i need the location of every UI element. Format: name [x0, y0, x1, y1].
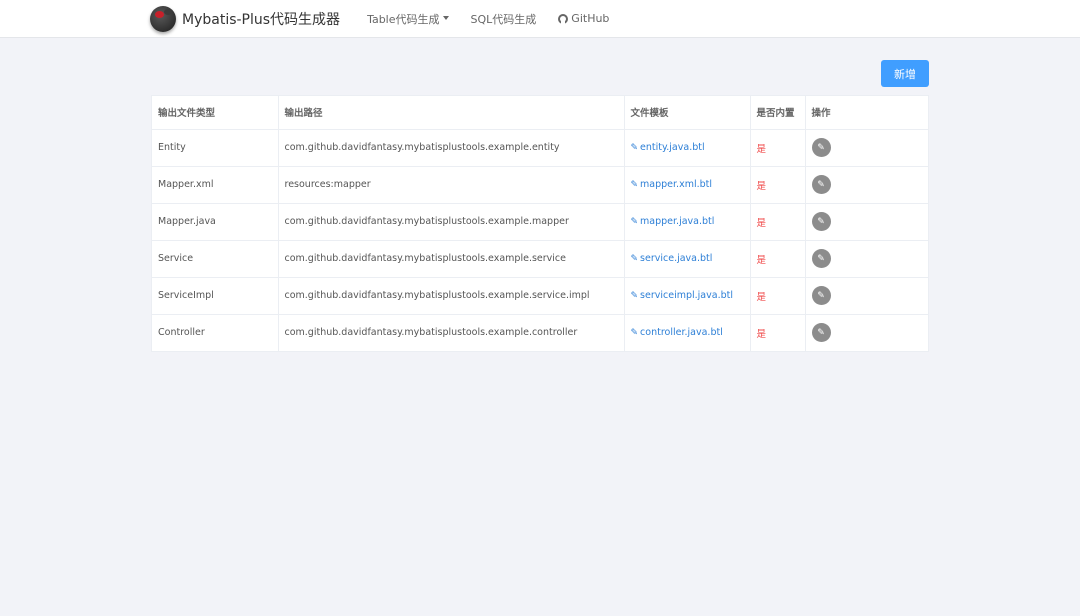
template-name: serviceimpl.java.btl	[640, 290, 733, 301]
cell-output-path: com.github.davidfantasy.mybatisplustools…	[278, 129, 625, 167]
template-name: entity.java.btl	[640, 142, 705, 153]
table-row: Mapper.java com.github.davidfantasy.myba…	[152, 203, 928, 241]
template-link[interactable]: ✎ controller.java.btl	[631, 327, 723, 338]
nav-table-codegen-label: Table代码生成	[367, 12, 440, 26]
table-row: Mapper.xml resources:mapper ✎ mapper.xml.…	[152, 166, 928, 204]
builtin-flag: 是	[756, 180, 767, 192]
table-row: ServiceImpl com.github.davidfantasy.myba…	[152, 277, 928, 315]
cell-template: ✎ mapper.xml.btl	[624, 166, 751, 204]
builtin-flag: 是	[756, 254, 767, 266]
nav-sql-codegen-label: SQL代码生成	[470, 12, 537, 26]
cell-output-type: Mapper.xml	[152, 166, 279, 204]
table-row: Controller com.github.davidfantasy.mybat…	[152, 314, 928, 351]
cell-builtin: 是	[750, 166, 806, 204]
template-link[interactable]: ✎ entity.java.btl	[631, 142, 705, 153]
pencil-icon: ✎	[817, 142, 825, 153]
cell-actions: ✎	[805, 129, 928, 167]
cell-output-path: com.github.davidfantasy.mybatisplustools…	[278, 203, 625, 241]
cell-builtin: 是	[750, 203, 806, 241]
paperclip-icon: ✎	[630, 291, 639, 301]
nav-sql-codegen[interactable]: SQL代码生成	[471, 11, 537, 27]
cell-output-path: com.github.davidfantasy.mybatisplustools…	[278, 314, 625, 351]
cell-builtin: 是	[750, 277, 806, 315]
table-row: Entity com.github.davidfantasy.mybatispl…	[152, 129, 928, 167]
navbar-content: Mybatis-Plus代码生成器 Table代码生成 SQL代码生成 GitH…	[150, 0, 620, 37]
pencil-icon: ✎	[817, 253, 825, 264]
table-row: Service com.github.davidfantasy.mybatisp…	[152, 240, 928, 278]
paperclip-icon: ✎	[630, 180, 639, 190]
builtin-flag: 是	[756, 328, 767, 340]
nav-github-link[interactable]: GitHub	[558, 12, 609, 25]
template-name: mapper.java.btl	[640, 216, 715, 227]
cell-actions: ✎	[805, 166, 928, 204]
add-button[interactable]: 新增	[881, 60, 929, 87]
cell-output-path: com.github.davidfantasy.mybatisplustools…	[278, 277, 625, 315]
paperclip-icon: ✎	[630, 143, 639, 153]
cell-builtin: 是	[750, 314, 806, 351]
cell-actions: ✎	[805, 240, 928, 278]
header-output-type: 输出文件类型	[152, 96, 279, 130]
top-navbar: Mybatis-Plus代码生成器 Table代码生成 SQL代码生成 GitH…	[0, 0, 1080, 38]
builtin-flag: 是	[756, 217, 767, 229]
cell-output-type: Entity	[152, 129, 279, 167]
header-actions: 操作	[805, 96, 928, 130]
template-link[interactable]: ✎ serviceimpl.java.btl	[631, 290, 733, 301]
edit-button[interactable]: ✎	[811, 175, 831, 194]
nav-table-codegen-dropdown[interactable]: Table代码生成	[367, 11, 449, 27]
cell-output-type: ServiceImpl	[152, 277, 279, 315]
cell-output-path: com.github.davidfantasy.mybatisplustools…	[278, 240, 625, 278]
cell-template: ✎ serviceimpl.java.btl	[624, 277, 751, 315]
toolbar: 新增	[881, 60, 929, 87]
template-name: mapper.xml.btl	[640, 179, 713, 190]
nav-github-label: GitHub	[571, 12, 610, 25]
edit-button[interactable]: ✎	[811, 249, 831, 268]
edit-button[interactable]: ✎	[811, 286, 831, 305]
template-link[interactable]: ✎ mapper.xml.btl	[631, 179, 713, 190]
pencil-icon: ✎	[817, 327, 825, 338]
template-name: service.java.btl	[640, 253, 713, 264]
paperclip-icon: ✎	[630, 217, 639, 227]
pencil-icon: ✎	[817, 179, 825, 190]
table-header-row: 输出文件类型 输出路径 文件模板 是否内置 操作	[152, 96, 928, 130]
cell-template: ✎ entity.java.btl	[624, 129, 751, 167]
paperclip-icon: ✎	[630, 328, 639, 339]
mybatis-logo-icon[interactable]	[150, 5, 176, 32]
pencil-icon: ✎	[817, 216, 825, 227]
header-builtin: 是否内置	[750, 96, 806, 130]
output-config-table: 输出文件类型 输出路径 文件模板 是否内置 操作 Entity com.gith…	[151, 95, 929, 352]
cell-actions: ✎	[805, 203, 928, 241]
builtin-flag: 是	[756, 143, 767, 155]
builtin-flag: 是	[756, 291, 767, 303]
cell-template: ✎ mapper.java.btl	[624, 203, 751, 241]
cell-builtin: 是	[750, 240, 806, 278]
cell-actions: ✎	[805, 314, 928, 351]
edit-button[interactable]: ✎	[811, 138, 831, 157]
cell-template: ✎ controller.java.btl	[624, 314, 751, 351]
cell-builtin: 是	[750, 129, 806, 167]
pencil-icon: ✎	[817, 290, 825, 301]
header-output-path: 输出路径	[278, 96, 625, 130]
cell-output-path: resources:mapper	[278, 166, 625, 204]
paperclip-icon: ✎	[630, 254, 639, 264]
template-name: controller.java.btl	[640, 327, 723, 339]
caret-down-icon	[442, 15, 449, 20]
cell-output-type: Mapper.java	[152, 203, 279, 241]
app-title[interactable]: Mybatis-Plus代码生成器	[182, 9, 340, 29]
cell-template: ✎ service.java.btl	[624, 240, 751, 278]
header-template: 文件模板	[624, 96, 751, 130]
github-icon	[558, 13, 569, 24]
cell-actions: ✎	[805, 277, 928, 315]
edit-button[interactable]: ✎	[811, 212, 831, 231]
cell-output-type: Controller	[152, 314, 279, 351]
template-link[interactable]: ✎ service.java.btl	[631, 253, 713, 264]
template-link[interactable]: ✎ mapper.java.btl	[631, 216, 715, 227]
cell-output-type: Service	[152, 240, 279, 278]
edit-button[interactable]: ✎	[811, 323, 831, 343]
